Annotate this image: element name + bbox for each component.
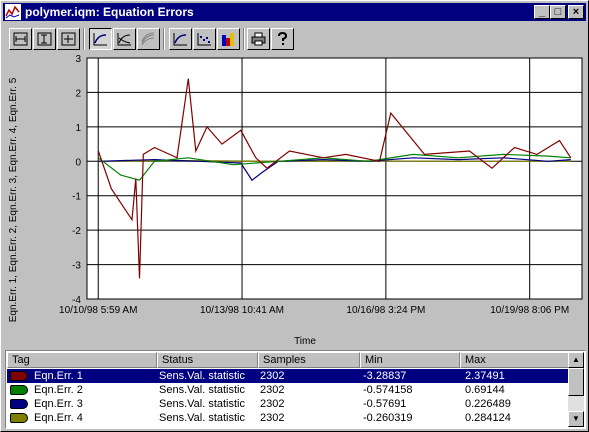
legend-cell-samples: 2302	[260, 370, 285, 382]
column-header-samples[interactable]: Samples	[258, 352, 360, 368]
legend-cell-tag: Eqn.Err. 2	[34, 384, 83, 396]
y-tick-label: 2	[75, 88, 81, 99]
legend-cell-max: 0.226489	[465, 398, 511, 410]
zoom-x-icon	[13, 32, 28, 46]
equation-errors-chart[interactable]: Eqn.Err. 1, Eqn.Err. 2, Eqn.Err. 3, Eqn.…	[3, 53, 586, 347]
y-tick-label: -1	[72, 192, 81, 203]
chart-app-icon	[5, 4, 21, 20]
maximize-button[interactable]: □	[550, 5, 566, 19]
series-legend-table[interactable]: Tag Status Samples Min Max Eqn.Err. 1 Sen…	[5, 350, 586, 429]
close-button[interactable]: ×	[568, 5, 584, 19]
y-tick-label: 0	[75, 157, 81, 168]
bar-chart-button[interactable]	[217, 28, 240, 50]
series-color-swatch	[10, 371, 28, 381]
y-axis-label: Eqn.Err. 1, Eqn.Err. 2, Eqn.Err. 3, Eqn.…	[8, 77, 19, 322]
scroll-thumb[interactable]	[568, 368, 584, 396]
legend-cell-min: -0.574158	[363, 384, 413, 396]
series-color-swatch	[10, 413, 28, 423]
legend-cell-samples: 2302	[260, 398, 285, 410]
zoom-y-button[interactable]	[33, 28, 56, 50]
legend-cell-samples: 2302	[260, 412, 285, 424]
legend-cell-samples: 2302	[260, 384, 285, 396]
x-tick-label: 10/10/98 5:59 AM	[59, 305, 137, 316]
compare-lines-icon	[117, 33, 131, 46]
scroll-up-icon[interactable]: ▲	[568, 352, 584, 368]
help-icon	[278, 32, 288, 45]
series-color-swatch	[10, 399, 28, 409]
zoom-xy-button[interactable]	[57, 28, 80, 50]
legend-cell-status: Sens.Val. statistic	[159, 384, 245, 396]
series-color-swatch	[10, 385, 28, 395]
legend-row[interactable]: Eqn.Err. 3 Sens.Val. statistic 2302 -0.5769…	[7, 397, 569, 411]
toolbar	[3, 23, 586, 53]
print-button[interactable]	[247, 28, 270, 50]
legend-cell-max: 0.69144	[465, 384, 505, 396]
legend-cell-status: Sens.Val. statistic	[159, 398, 245, 410]
legend-cell-min: -3.28837	[363, 370, 407, 382]
minimize-button[interactable]: _	[534, 5, 550, 19]
overlay-lines-icon	[141, 32, 155, 46]
printer-icon	[251, 32, 266, 46]
line-plot-icon	[173, 33, 187, 46]
legend-cell-status: Sens.Val. statistic	[159, 412, 245, 424]
legend-row[interactable]: Eqn.Err. 2 Sens.Val. statistic 2302 -0.5741…	[7, 383, 569, 397]
help-button[interactable]	[271, 28, 294, 50]
toolbar-separator	[243, 28, 245, 50]
title-bar[interactable]: polymer.iqm: Equation Errors _ □ ×	[3, 3, 586, 21]
zoom-y-icon	[37, 32, 52, 46]
y-tick-label: 1	[75, 123, 81, 134]
legend-cell-tag: Eqn.Err. 3	[34, 398, 83, 410]
legend-cell-max: 2.37491	[465, 370, 505, 382]
plot-background	[86, 57, 583, 300]
legend-cell-min: -0.57691	[363, 398, 407, 410]
x-tick-label: 10/16/98 3:24 PM	[346, 305, 425, 316]
overlay-button[interactable]	[137, 28, 160, 50]
x-axis-label: Time	[294, 336, 316, 347]
plot-area: 3210-1-2-3-410/10/98 5:59 AM 10/13/98 10:…	[59, 54, 583, 316]
x-tick-label: 10/13/98 10:41 AM	[200, 305, 284, 316]
legend-cell-min: -0.260319	[363, 412, 413, 424]
y-tick-label: -2	[72, 226, 81, 237]
legend-cell-tag: Eqn.Err. 1	[34, 370, 83, 382]
trend-line-icon	[93, 33, 107, 46]
column-header-min[interactable]: Min	[360, 352, 460, 368]
column-header-max[interactable]: Max	[460, 352, 569, 368]
legend-cell-status: Sens.Val. statistic	[159, 370, 245, 382]
equation-errors-window: polymer.iqm: Equation Errors _ □ × Eqn.E…	[0, 0, 589, 432]
column-header-tag[interactable]: Tag	[7, 352, 157, 368]
scroll-down-icon[interactable]: ▼	[568, 411, 584, 427]
legend-row[interactable]: Eqn.Err. 4 Sens.Val. statistic 2302 -0.2603…	[7, 411, 569, 425]
legend-cell-tag: Eqn.Err. 4	[34, 412, 83, 424]
toolbar-separator	[83, 28, 85, 50]
line-plot-button[interactable]	[169, 28, 192, 50]
legend-header: Tag Status Samples Min Max	[7, 352, 569, 368]
y-tick-label: -3	[72, 261, 81, 272]
column-header-status[interactable]: Status	[157, 352, 258, 368]
legend-cell-max: 0.284124	[465, 412, 511, 424]
legend-scrollbar[interactable]: ▲ ▼	[568, 352, 584, 427]
zoom-xy-icon	[61, 32, 76, 46]
legend-row[interactable]: Eqn.Err. 1 Sens.Val. statistic 2302 -3.2883…	[7, 369, 569, 383]
x-tick-label: 10/19/98 8:06 PM	[490, 305, 569, 316]
zoom-x-button[interactable]	[9, 28, 32, 50]
chart-panel: Eqn.Err. 1, Eqn.Err. 2, Eqn.Err. 3, Eqn.…	[3, 53, 586, 347]
scatter-plot-button[interactable]	[193, 28, 216, 50]
scatter-plot-icon	[197, 33, 211, 46]
window-title: polymer.iqm: Equation Errors	[25, 5, 194, 19]
bar-chart-icon	[222, 33, 234, 46]
toolbar-separator	[163, 28, 165, 50]
trend-button[interactable]	[89, 28, 112, 50]
y-tick-label: 3	[75, 54, 81, 65]
compare-button[interactable]	[113, 28, 136, 50]
